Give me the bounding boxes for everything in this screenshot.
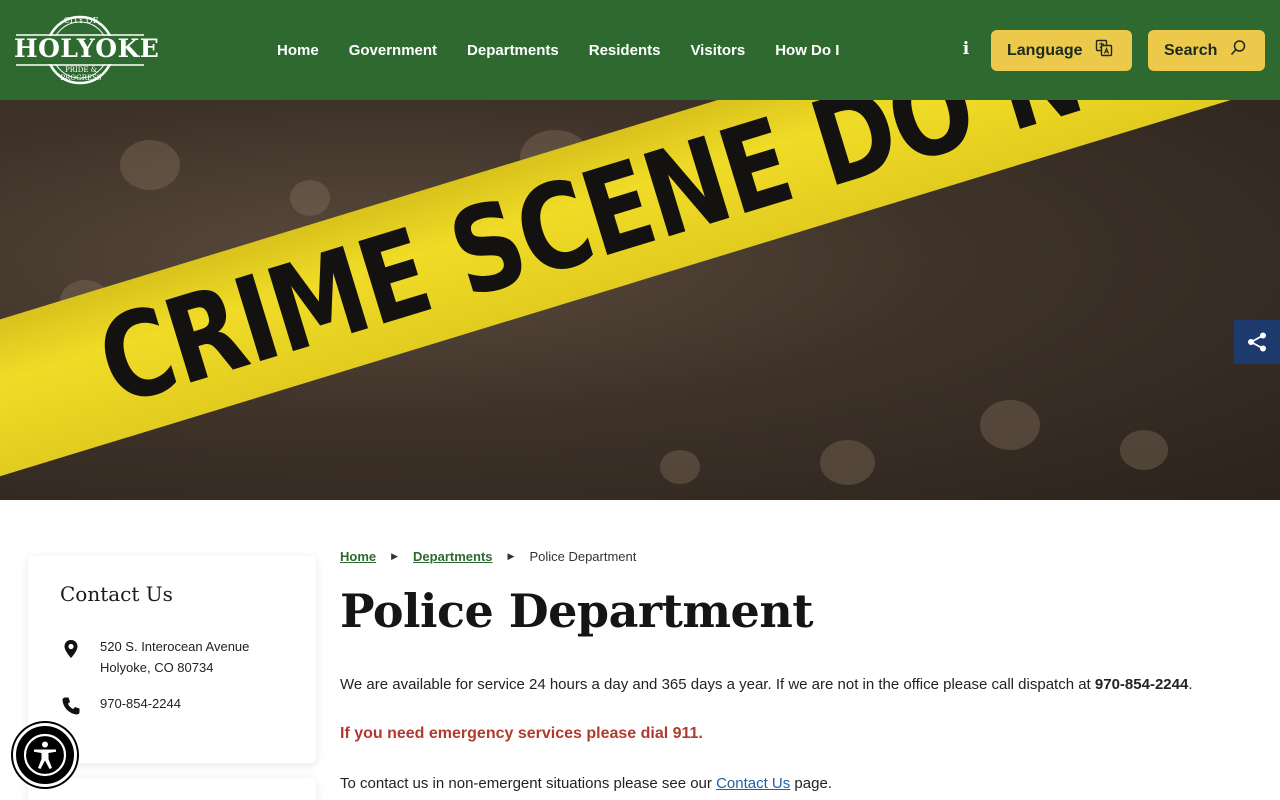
- availability-text: We are available for service 24 hours a …: [340, 676, 1095, 693]
- nav-government[interactable]: Government: [334, 42, 452, 59]
- site-header: CITY OF HOLYOKE PRIDE & PROGRESS Home Go…: [0, 0, 1280, 100]
- city-logo[interactable]: CITY OF HOLYOKE PRIDE & PROGRESS: [14, 14, 160, 86]
- accessibility-icon: [23, 733, 67, 777]
- logo-tagline: PRIDE & PROGRESS: [60, 66, 102, 82]
- page-title: Police Department: [340, 584, 814, 638]
- location-pin-icon: [60, 638, 82, 665]
- nav-how-do-i[interactable]: How Do I: [760, 42, 854, 59]
- search-icon: [1229, 39, 1247, 62]
- phone-row[interactable]: 970-854-2244: [60, 693, 181, 722]
- hero-banner-image: CRIME SCENE DO NOT CROSS: [0, 100, 1280, 500]
- contact-text: To contact us in non-emergent situations…: [340, 775, 717, 792]
- dispatch-phone: 970-854-2244: [1094, 676, 1189, 693]
- breadcrumb-current: Police Department: [529, 549, 637, 564]
- tape-text: CRIME SCENE DO NOT CROSS: [83, 100, 1280, 433]
- breadcrumb-departments[interactable]: Departments: [413, 549, 492, 564]
- availability-end: .: [1188, 676, 1193, 693]
- nav-home[interactable]: Home: [262, 42, 334, 59]
- main-nav: Home Government Departments Residents Vi…: [262, 0, 854, 100]
- address-line-1: 520 S. Interocean Avenue: [100, 639, 250, 654]
- breadcrumb-home[interactable]: Home: [340, 549, 376, 564]
- share-button[interactable]: [1234, 320, 1280, 364]
- search-button[interactable]: Search: [1148, 30, 1265, 71]
- sidebar-card-2: [28, 778, 316, 800]
- contact-us-link[interactable]: Contact Us: [716, 775, 790, 792]
- nav-visitors[interactable]: Visitors: [675, 42, 760, 59]
- logo-top-text: CITY OF: [63, 16, 99, 25]
- nav-residents[interactable]: Residents: [574, 42, 676, 59]
- address-line-2: Holyoke, CO 80734: [100, 660, 214, 675]
- contact-us-card: Contact Us 520 S. Interocean Avenue Holy…: [28, 556, 316, 763]
- address-row: 520 S. Interocean Avenue Holyoke, CO 807…: [60, 636, 249, 678]
- emergency-notice: If you need emergency services please di…: [340, 725, 703, 742]
- share-icon: [1248, 332, 1266, 352]
- info-icon[interactable]: i: [958, 38, 974, 60]
- contact-us-title: Contact Us: [60, 582, 173, 606]
- translate-icon: [1095, 39, 1113, 62]
- search-label: Search: [1164, 41, 1218, 59]
- crime-tape: CRIME SCENE DO NOT CROSS: [0, 100, 1280, 494]
- breadcrumb: Home ▶ Departments ▶ Police Department: [340, 549, 636, 564]
- language-label: Language: [1007, 41, 1083, 59]
- chevron-right-icon: ▶: [507, 551, 515, 561]
- contact-end: page.: [790, 775, 832, 792]
- nav-departments[interactable]: Departments: [452, 42, 574, 59]
- language-button[interactable]: Language: [991, 30, 1132, 71]
- contact-paragraph: To contact us in non-emergent situations…: [340, 775, 832, 792]
- logo-name: HOLYOKE: [14, 34, 160, 63]
- phone-icon: [60, 695, 82, 722]
- accessibility-button[interactable]: [13, 723, 77, 787]
- availability-paragraph: We are available for service 24 hours a …: [340, 676, 1193, 693]
- chevron-right-icon: ▶: [391, 551, 399, 561]
- phone-number[interactable]: 970-854-2244: [100, 693, 181, 714]
